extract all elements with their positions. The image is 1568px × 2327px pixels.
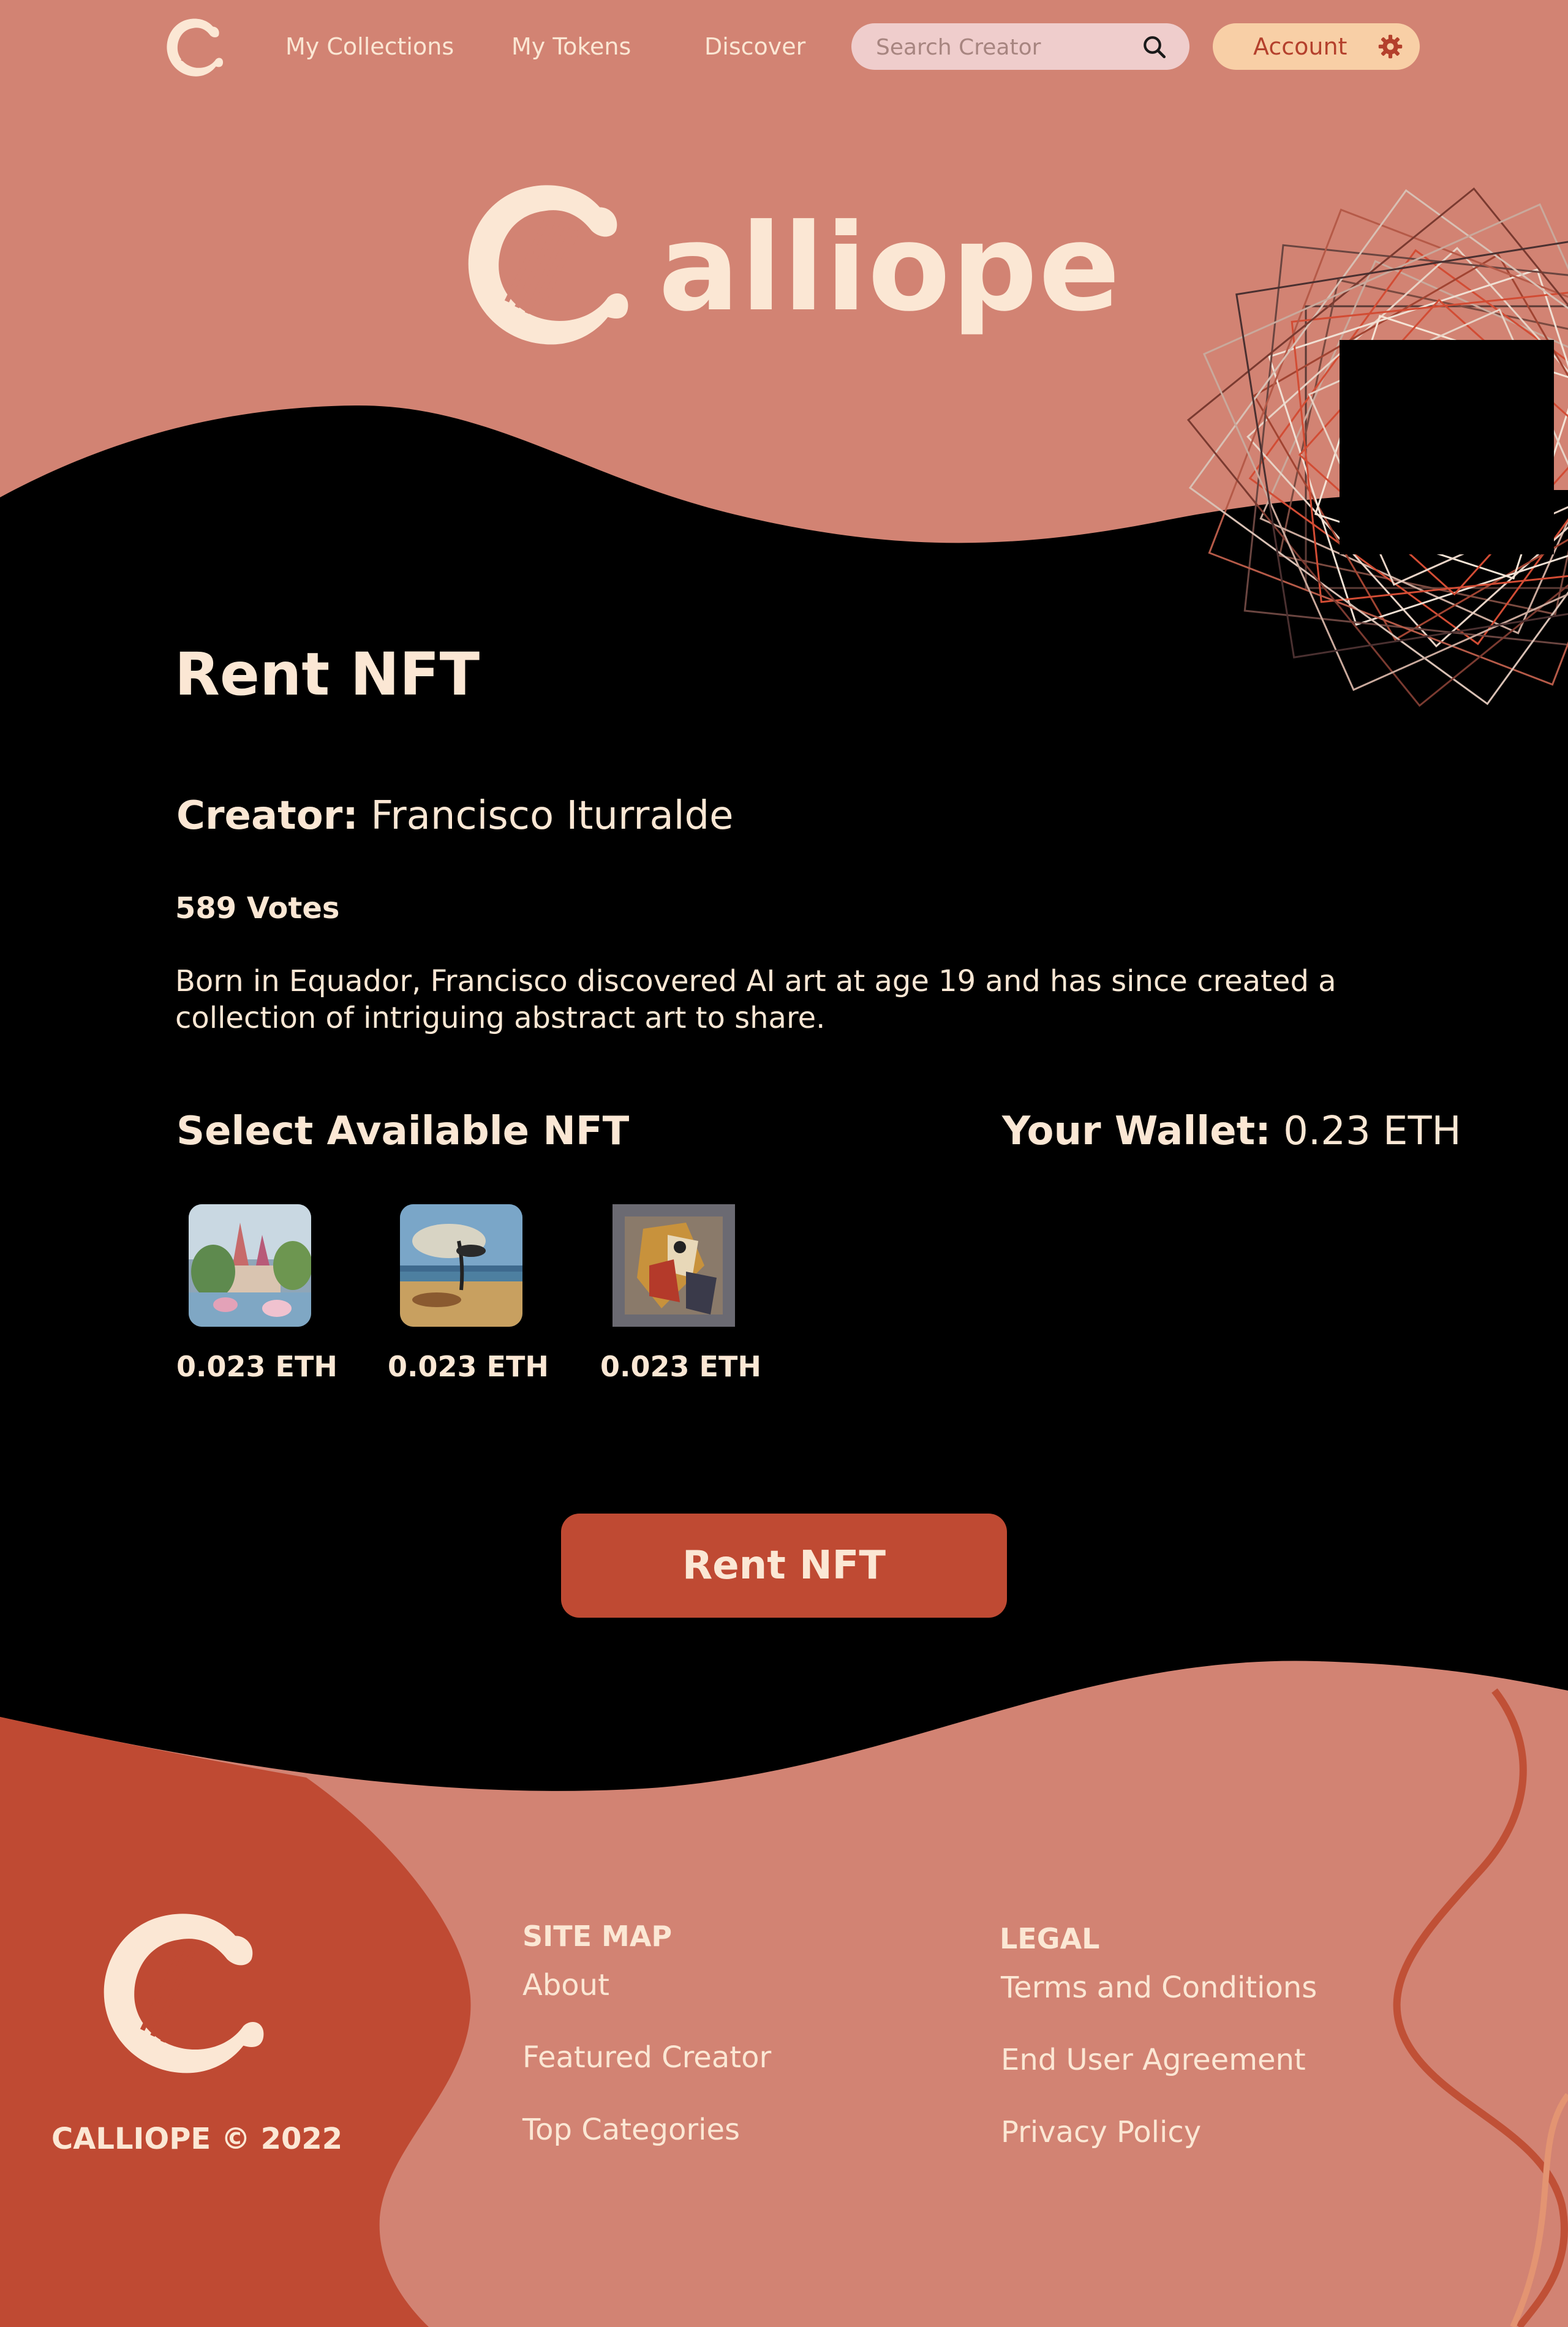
nav-discover[interactable]: Discover [704, 29, 805, 64]
hero-logo [450, 164, 652, 360]
account-label: Account [1253, 33, 1348, 60]
wallet-balance: Your Wallet: 0.23 ETH [1002, 1109, 1461, 1154]
nft-price: 0.023 ETH [388, 1350, 549, 1383]
wallet-value: 0.23 ETH [1283, 1109, 1461, 1154]
wallet-label: Your Wallet: [1002, 1109, 1271, 1154]
nft-price: 0.023 ETH [176, 1350, 337, 1383]
brand-wordmark: alliope [658, 198, 1121, 338]
nft-thumbnail [189, 1204, 311, 1327]
nft-artwork-fantasy-village [189, 1204, 311, 1327]
footer-link-privacy-policy[interactable]: Privacy Policy [1001, 2115, 1201, 2149]
vote-count: 589 Votes [175, 891, 340, 926]
nft-thumbnail [400, 1204, 522, 1327]
footer-link-top-categories[interactable]: Top Categories [522, 2113, 740, 2147]
harp-c-logo-icon [468, 185, 628, 345]
legal-heading: LEGAL [1000, 1922, 1100, 1955]
sitemap-heading: SITE MAP [522, 1920, 673, 1953]
nav-logo[interactable] [160, 11, 232, 82]
nav-my-tokens[interactable]: My Tokens [511, 29, 631, 64]
nft-artwork-surreal-landscape [400, 1204, 522, 1327]
rent-nft-button[interactable]: Rent NFT [561, 1514, 1007, 1618]
search-input[interactable] [875, 29, 1134, 65]
nft-card[interactable]: 0.023 ETH [176, 1204, 337, 1383]
footer-logo [86, 1893, 288, 2089]
footer-link-terms[interactable]: Terms and Conditions [1001, 1971, 1317, 2005]
nft-artwork-cubist [612, 1204, 735, 1327]
creator-line: Creator: Francisco Iturralde [176, 793, 733, 839]
harp-c-logo-icon [104, 1914, 264, 2073]
account-button[interactable]: Account [1213, 23, 1420, 70]
nft-price: 0.023 ETH [600, 1350, 761, 1383]
nft-card[interactable]: 0.023 ETH [600, 1204, 761, 1383]
creator-bio: Born in Equador, Francisco discovered AI… [175, 964, 1336, 1035]
creator-label: Creator: [176, 793, 358, 839]
search-bar [851, 23, 1189, 70]
search-icon[interactable] [1142, 34, 1167, 60]
creator-name: Francisco Iturralde [371, 793, 734, 839]
page-title: Rent NFT [175, 640, 480, 709]
nft-card[interactable]: 0.023 ETH [388, 1204, 549, 1383]
select-nft-title: Select Available NFT [176, 1109, 630, 1154]
nav-my-collections[interactable]: My Collections [285, 29, 454, 64]
footer-link-end-user-agreement[interactable]: End User Agreement [1001, 2043, 1306, 2077]
gear-icon [1378, 34, 1403, 59]
footer-link-about[interactable]: About [522, 1968, 609, 2002]
harp-c-logo-icon [167, 18, 224, 77]
copyright: CALLIOPE © 2022 [51, 2122, 343, 2156]
footer-link-featured-creator[interactable]: Featured Creator [522, 2040, 771, 2075]
nft-thumbnail [612, 1204, 735, 1327]
